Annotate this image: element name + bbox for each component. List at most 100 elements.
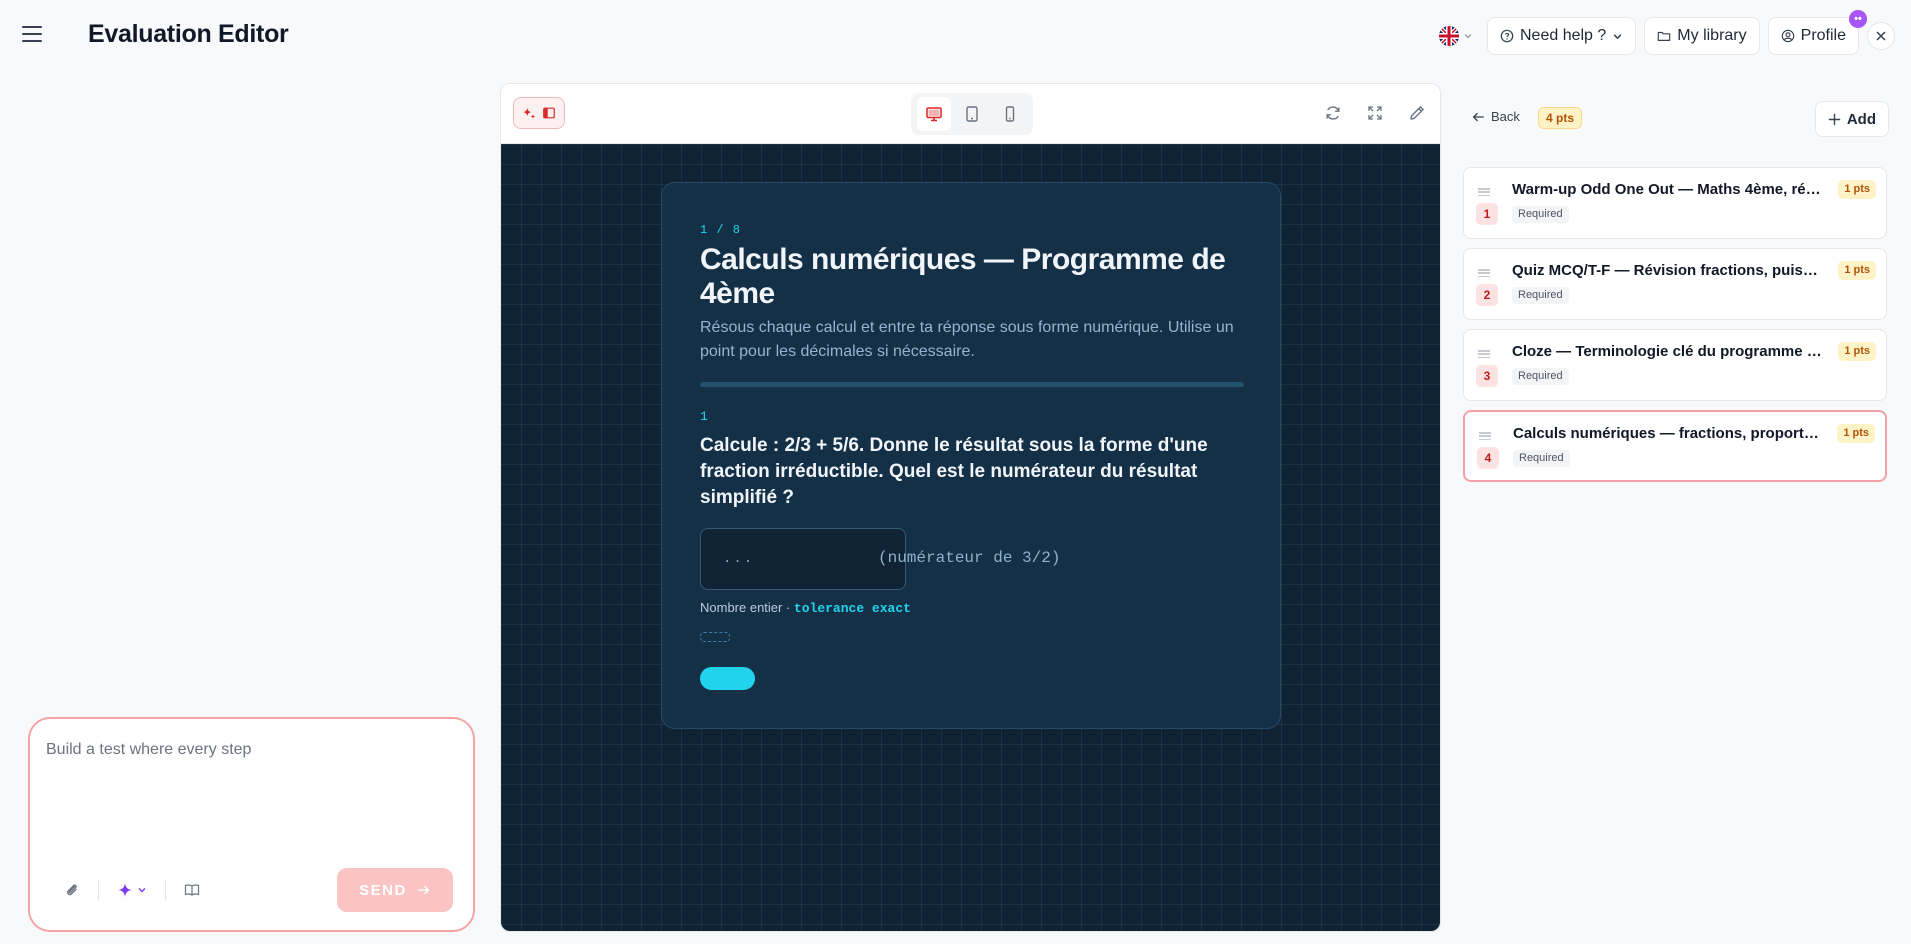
tablet-view-button[interactable] (955, 97, 989, 131)
tolerance-label: tolerance exact (793, 601, 911, 616)
my-library-button[interactable]: My library (1644, 17, 1760, 55)
ai-panel-toggle[interactable] (513, 97, 565, 129)
desktop-icon (926, 107, 942, 122)
chevron-down-icon (1464, 34, 1472, 39)
uk-flag-icon (1439, 26, 1459, 46)
header-actions: Need help ? My library Profile •• (1433, 10, 1895, 55)
refresh-button[interactable] (1322, 99, 1344, 127)
required-badge: Required (1512, 368, 1569, 385)
pencil-icon (1410, 106, 1424, 120)
step-item-1[interactable]: 1 Warm-up Odd One Out — Maths 4ème, ré… … (1463, 167, 1887, 239)
help-circle-icon (1500, 29, 1514, 43)
step-number: 2 (1476, 284, 1498, 306)
paperclip-icon (67, 884, 77, 896)
toolbar-divider (165, 879, 166, 901)
add-label: Add (1846, 110, 1876, 128)
prompt-input[interactable] (46, 741, 456, 841)
step-number: 3 (1476, 365, 1498, 387)
drag-handle-icon[interactable] (1478, 188, 1490, 196)
add-step-button[interactable]: Add (1814, 101, 1889, 137)
drag-handle-icon[interactable] (1478, 350, 1490, 358)
phone-view-button[interactable] (993, 97, 1027, 131)
profile-label: Profile (1800, 27, 1846, 44)
answer-hint: (numérateur de 3/2) (878, 549, 1061, 567)
required-badge: Required (1512, 287, 1569, 304)
step-item-4[interactable]: 4 Calculs numériques — fractions, propor… (1463, 410, 1887, 482)
preview-toolbar (501, 84, 1440, 144)
step-item-2[interactable]: 2 Quiz MCQ/T-F — Révision fractions, pui… (1463, 248, 1887, 320)
question-number: 1 (700, 409, 708, 424)
step-number: 1 (1476, 203, 1498, 225)
points-badge: 1 pts (1838, 261, 1876, 280)
drag-handle-icon[interactable] (1479, 432, 1491, 440)
notification-badge: •• (1849, 10, 1867, 28)
desktop-view-button[interactable] (917, 97, 951, 131)
preview-actions (1322, 99, 1428, 127)
answer-input[interactable]: ... (700, 528, 906, 590)
step-item-3[interactable]: 3 Cloze — Terminologie clé du programme … (1463, 329, 1887, 401)
phone-icon (1005, 106, 1015, 122)
sidebar-layout-icon (543, 107, 555, 119)
ai-model-selector[interactable] (107, 873, 157, 907)
points-badge: 1 pts (1838, 180, 1876, 199)
fullscreen-icon (1368, 106, 1382, 120)
close-icon (1876, 31, 1886, 41)
points-badge: 1 pts (1837, 424, 1875, 443)
question-card: 1 / 8 Calculs numériques — Programme de … (661, 182, 1281, 729)
step-counter: 1 / 8 (700, 223, 742, 237)
back-button[interactable]: Back (1471, 109, 1520, 124)
question-text: Calcule : 2/3 + 5/6. Donne le résultat s… (700, 435, 1208, 508)
submit-button[interactable] (700, 667, 755, 690)
send-label: SEND (359, 881, 407, 899)
step-title: Quiz MCQ/T-F — Révision fractions, puiss… (1512, 262, 1822, 279)
send-button[interactable]: SEND (337, 868, 453, 912)
my-library-label: My library (1677, 27, 1747, 44)
profile-wrapper: Profile •• (1767, 10, 1867, 55)
menu-icon[interactable] (22, 26, 42, 42)
points-badge: 1 pts (1838, 342, 1876, 361)
answer-type: Nombre entier · (700, 600, 794, 615)
attach-button[interactable] (54, 872, 90, 908)
need-help-label: Need help ? (1520, 27, 1607, 44)
prompt-composer: SEND (28, 717, 475, 932)
book-icon (184, 884, 200, 896)
sparkle-icon (522, 107, 536, 119)
page-title: Evaluation Editor (88, 20, 289, 48)
step-title: Warm-up Odd One Out — Maths 4ème, ré… (1512, 181, 1821, 198)
exercise-instructions: Résous chaque calcul et entre ta réponse… (700, 319, 1234, 360)
chevron-down-icon (138, 888, 146, 893)
exercise-title: Calculs numériques — Programme de 4ème (700, 243, 1226, 310)
top-header: Evaluation Editor Need help ? My library (0, 0, 1911, 72)
device-switcher (911, 93, 1033, 135)
progress-bar (700, 382, 1244, 387)
step-title: Cloze — Terminologie clé du programme … (1512, 343, 1822, 360)
language-selector[interactable] (1433, 17, 1479, 55)
edit-button[interactable] (1406, 99, 1428, 127)
required-badge: Required (1512, 206, 1569, 223)
tablet-icon (966, 106, 978, 122)
total-points-badge: 4 pts (1538, 107, 1583, 129)
chevron-down-icon (1613, 33, 1622, 39)
placeholder-chip (700, 632, 730, 642)
answer-meta: Nombre entier · tolerance exact (700, 600, 911, 616)
refresh-icon (1326, 106, 1340, 120)
arrow-right-icon (417, 885, 429, 895)
need-help-button[interactable]: Need help ? (1487, 17, 1637, 55)
toolbar-divider (98, 879, 99, 901)
preview-canvas: 1 / 8 Calculs numériques — Programme de … (501, 144, 1440, 931)
step-title: Calculs numériques — fractions, proporti… (1513, 425, 1823, 442)
arrow-left-icon (1472, 112, 1484, 121)
sparkle-icon (118, 883, 132, 897)
folder-icon (1658, 31, 1671, 41)
required-badge: Required (1513, 450, 1570, 467)
prompt-toolbar: SEND (54, 868, 453, 912)
step-number: 4 (1477, 447, 1499, 469)
library-source-button[interactable] (174, 872, 210, 908)
fullscreen-button[interactable] (1364, 99, 1386, 127)
close-button[interactable] (1867, 22, 1895, 50)
drag-handle-icon[interactable] (1478, 269, 1490, 277)
back-label: Back (1491, 109, 1520, 124)
steps-header: Back 4 pts Add (1463, 99, 1908, 141)
plus-icon (1828, 113, 1841, 125)
profile-button[interactable]: Profile (1767, 17, 1859, 55)
